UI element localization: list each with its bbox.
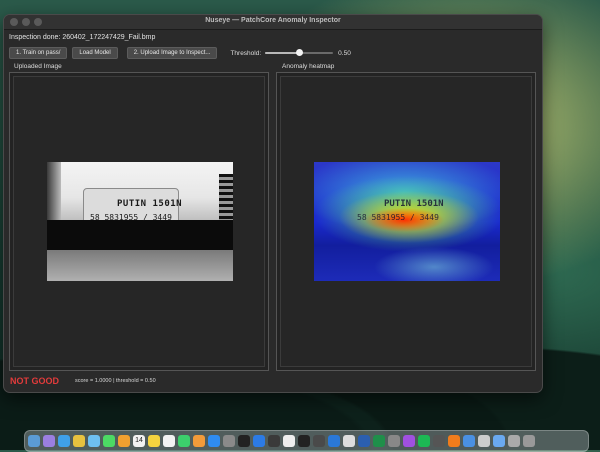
image-text-line2: 58 5831955 / 3449 [90, 213, 172, 222]
tweaks-icon[interactable] [343, 435, 355, 447]
app-store-icon[interactable] [208, 435, 220, 447]
notes-icon[interactable] [148, 435, 160, 447]
uploaded-image: PUTIN 1501N 58 5831955 / 3449 [47, 162, 233, 281]
sphere-icon[interactable] [313, 435, 325, 447]
spotify-icon[interactable] [418, 435, 430, 447]
threshold-slider[interactable] [265, 48, 334, 58]
image-bottom [47, 250, 233, 281]
upload-image-button[interactable]: 2. Upload Image to Inspect... [126, 47, 218, 59]
pages-icon[interactable] [193, 435, 205, 447]
toolbar: 1. Train on pass/ Load Model 2. Upload I… [9, 47, 351, 59]
heatmap-panel: PUTIN 1501N 58 5831955 / 3449 [276, 72, 536, 371]
title-bar[interactable]: Nuseye — PatchCore Anomaly Inspector [4, 15, 542, 30]
heatmap-image: PUTIN 1501N 58 5831955 / 3449 [314, 162, 500, 281]
terminal-icon[interactable] [238, 435, 250, 447]
image-text-line1: PUTIN 1501N [117, 199, 183, 209]
load-model-button[interactable]: Load Model [72, 47, 118, 59]
threshold-value: 0.50 [338, 49, 351, 57]
settings-icon[interactable] [223, 435, 235, 447]
8-icon[interactable] [283, 435, 295, 447]
activity-icon[interactable] [268, 435, 280, 447]
verdict-label: NOT GOOD [10, 376, 59, 386]
mail-icon[interactable] [88, 435, 100, 447]
status-text: Inspection done: 260402_172247429_Fail.b… [9, 34, 156, 41]
reminders-icon[interactable] [163, 435, 175, 447]
textedit-icon[interactable] [478, 435, 490, 447]
download-icon[interactable] [508, 435, 520, 447]
messages-icon[interactable] [103, 435, 115, 447]
calendar-icon[interactable]: 14 [133, 435, 145, 447]
slider-knob[interactable] [295, 49, 303, 56]
podcast-icon[interactable] [403, 435, 415, 447]
xcode-icon[interactable] [328, 435, 340, 447]
threshold-label: Threshold: [230, 49, 262, 57]
font-icon[interactable] [388, 435, 400, 447]
excel-icon[interactable] [373, 435, 385, 447]
heatmap-text-line2: 58 5831955 / 3449 [357, 213, 439, 222]
github-icon[interactable] [298, 435, 310, 447]
folder-icon[interactable] [493, 435, 505, 447]
chrome-icon[interactable] [73, 435, 85, 447]
safari-icon[interactable] [58, 435, 70, 447]
image-left-edge [47, 162, 61, 222]
preview-icon[interactable] [463, 435, 475, 447]
vlc-icon[interactable] [448, 435, 460, 447]
uploaded-image-panel: PUTIN 1501N 58 5831955 / 3449 [9, 72, 269, 371]
dock: 14 [24, 430, 589, 452]
heatmap-text-line1: PUTIN 1501N [384, 199, 444, 209]
train-button[interactable]: 1. Train on pass/ [9, 47, 68, 59]
app-icon[interactable] [433, 435, 445, 447]
slider-fill [265, 52, 300, 54]
window-title: Nuseye — PatchCore Anomaly Inspector [205, 17, 341, 24]
launchpad-icon[interactable] [43, 435, 55, 447]
image-dark-band [47, 220, 233, 250]
numbers-icon[interactable] [178, 435, 190, 447]
inspector-window: Nuseye — PatchCore Anomaly Inspector Ins… [3, 14, 543, 393]
trash-icon[interactable] [523, 435, 535, 447]
finder-icon[interactable] [28, 435, 40, 447]
vscode-icon[interactable] [253, 435, 265, 447]
photos-icon[interactable] [118, 435, 130, 447]
uploaded-image-title: Uploaded Image [14, 63, 62, 70]
word-icon[interactable] [358, 435, 370, 447]
heatmap-title: Anomaly heatmap [282, 63, 335, 70]
score-text: score = 1.0000 | threshold = 0.50 [75, 378, 156, 384]
image-right-edge [219, 174, 233, 220]
